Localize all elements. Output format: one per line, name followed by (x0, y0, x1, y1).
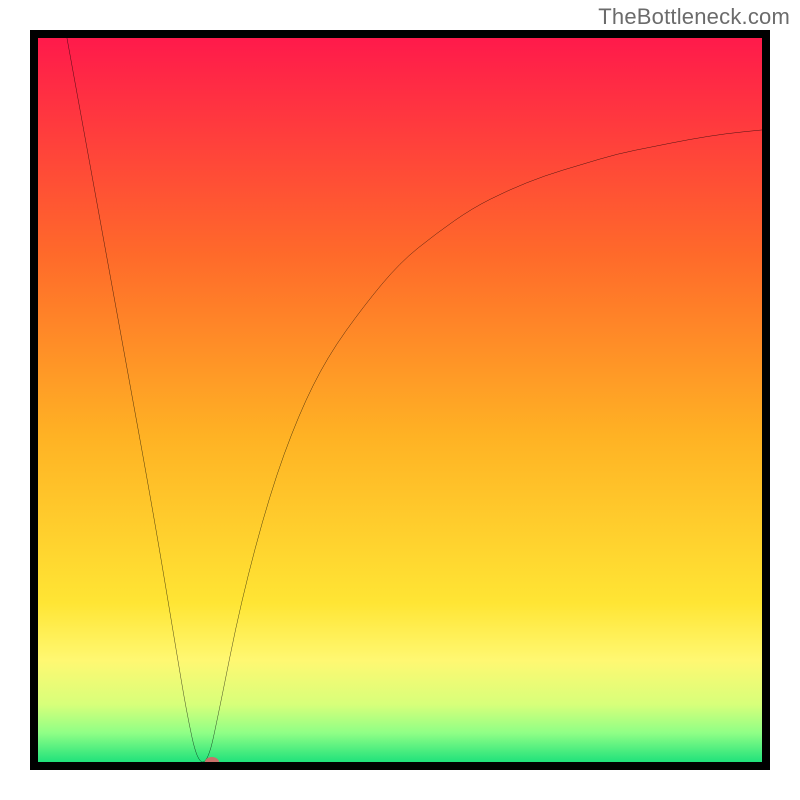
watermark-label: TheBottleneck.com (598, 4, 790, 30)
optimum-marker-icon (205, 757, 219, 762)
plot-area (38, 38, 762, 762)
bottleneck-curve (38, 38, 762, 762)
plot-border (30, 30, 770, 770)
chart-frame: TheBottleneck.com (0, 0, 800, 800)
